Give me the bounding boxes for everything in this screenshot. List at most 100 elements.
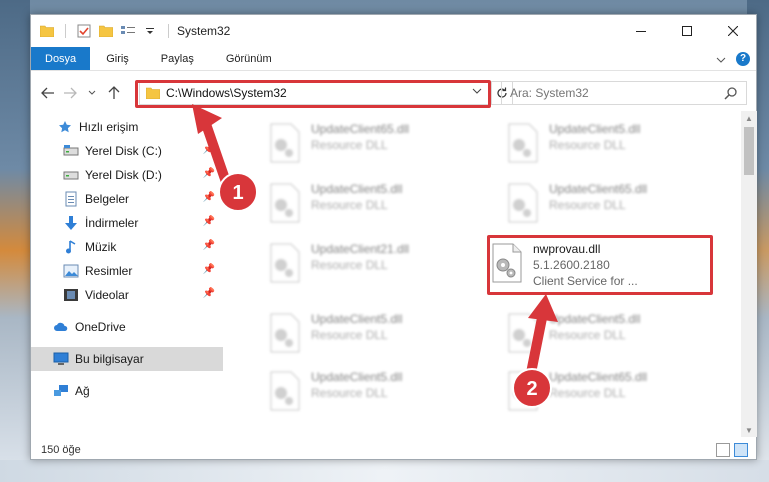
sidebar-item-local-disk-d[interactable]: Yerel Disk (D:) 📌 [31,163,223,187]
list-item[interactable]: UpdateClient65.dll Resource DLL [505,369,725,419]
pin-icon: 📌 [202,144,215,155]
properties-icon[interactable] [76,23,92,39]
vertical-scrollbar[interactable]: ▲ ▼ [741,111,757,437]
file-name: UpdateClient5.dll [311,182,403,196]
dll-file-icon [270,183,300,223]
computer-icon [53,351,69,367]
list-item[interactable]: UpdateClient5.dll Resource DLL [505,121,725,171]
sidebar-item-documents[interactable]: Belgeler 📌 [31,187,223,211]
download-icon [63,215,79,231]
drive-icon [63,167,79,183]
expand-ribbon-icon[interactable] [716,52,726,66]
tab-file[interactable]: Dosya [31,47,91,70]
sidebar-item-label: Belgeler [85,192,130,206]
scroll-down-icon[interactable]: ▼ [741,423,757,437]
music-icon [63,239,79,255]
pin-icon: 📌 [202,216,215,227]
forward-button[interactable] [59,82,81,104]
back-button[interactable] [37,82,59,104]
recent-locations-button[interactable] [81,82,103,104]
pin-icon: 📌 [202,264,215,275]
file-description: Resource DLL [311,328,388,342]
new-folder-icon[interactable] [98,23,114,39]
sidebar-item-label: Yerel Disk (D:) [85,168,162,182]
file-name: UpdateClient5.dll [311,312,403,326]
title-bar: System32 [31,15,756,47]
sidebar-item-label: İndirmeler [85,216,139,230]
videos-icon [63,287,79,303]
list-item[interactable]: UpdateClient21.dll Resource DLL [267,241,487,291]
maximize-button[interactable] [664,15,710,47]
sidebar-item-network[interactable]: Ağ [31,379,223,403]
dll-file-icon [508,313,538,353]
file-description: Resource DLL [311,198,388,212]
list-item[interactable]: UpdateClient5.dll Resource DLL [505,311,725,361]
tab-view[interactable]: Görünüm [210,47,288,70]
scrollbar-thumb[interactable] [744,127,754,175]
tab-home[interactable]: Giriş [90,47,145,70]
list-item[interactable]: UpdateClient65.dll Resource DLL [505,181,725,231]
list-item[interactable]: UpdateClient65.dll Resource DLL [267,121,487,171]
sidebar-item-label: Yerel Disk (C:) [85,144,162,158]
file-name: UpdateClient5.dll [311,370,403,384]
help-icon[interactable]: ? [736,51,750,66]
pin-icon: 📌 [202,192,215,203]
sidebar-item-label: Bu bilgisayar [75,352,144,366]
tiles-view-button[interactable] [734,443,748,457]
view-options-icon[interactable] [120,23,136,39]
documents-icon [63,191,79,207]
desktop-background-bottom [0,460,769,482]
file-description: Resource DLL [549,386,626,400]
file-description: Resource DLL [549,138,626,152]
sidebar-item-pictures[interactable]: Resimler 📌 [31,259,223,283]
sidebar-item-this-pc[interactable]: Bu bilgisayar [31,347,223,371]
list-item[interactable]: UpdateClient5.dll Resource DLL [267,181,487,231]
list-item[interactable]: UpdateClient5.dll Resource DLL [267,369,487,419]
toolbar-divider [65,24,66,38]
up-button[interactable] [103,82,125,104]
dll-file-icon [508,371,538,411]
search-input[interactable] [510,86,710,100]
sidebar-item-downloads[interactable]: İndirmeler 📌 [31,211,223,235]
minimize-button[interactable] [618,15,664,47]
desktop-background-left [0,0,30,482]
file-name: UpdateClient21.dll [311,242,410,256]
navigation-pane: Hızlı erişim Yerel Disk (C:) 📌 Yerel Dis… [31,115,223,435]
list-item[interactable]: UpdateClient5.dll Resource DLL [267,311,487,361]
search-box[interactable] [501,81,747,105]
view-switcher [716,443,748,457]
quick-access-toolbar [31,15,173,47]
pin-icon: 📌 [202,240,215,251]
details-view-button[interactable] [716,443,730,457]
dll-file-icon [270,123,300,163]
tab-share[interactable]: Paylaş [145,47,210,70]
file-highlight [487,235,713,295]
chevron-down-icon[interactable] [142,23,158,39]
sidebar-item-quick-access[interactable]: Hızlı erişim [31,115,223,139]
file-description: Resource DLL [311,386,388,400]
dll-file-icon [270,313,300,353]
sidebar-item-onedrive[interactable]: OneDrive [31,315,223,339]
close-button[interactable] [710,15,756,47]
sidebar-item-local-disk-c[interactable]: Yerel Disk (C:) 📌 [31,139,223,163]
sidebar-item-music[interactable]: Müzik 📌 [31,235,223,259]
address-bar-highlight [135,80,491,108]
ribbon-tabs: Dosya Giriş Paylaş Görünüm ? [31,47,756,71]
file-name: UpdateClient5.dll [549,122,641,136]
sidebar-item-label: Müzik [85,240,117,254]
file-name: UpdateClient65.dll [549,370,648,384]
file-description: Resource DLL [549,328,626,342]
sidebar-item-videos[interactable]: Videolar 📌 [31,283,223,307]
window-title: System32 [177,24,231,38]
file-description: Resource DLL [549,198,626,212]
scroll-up-icon[interactable]: ▲ [741,111,757,125]
folder-icon[interactable] [39,23,55,39]
file-description: Resource DLL [311,138,388,152]
search-icon[interactable] [724,86,738,103]
file-name: UpdateClient5.dll [549,312,641,326]
item-count: 150 öğe [41,444,81,456]
dll-file-icon [270,371,300,411]
sidebar-item-label: Resimler [85,264,133,278]
cloud-icon [53,319,69,335]
